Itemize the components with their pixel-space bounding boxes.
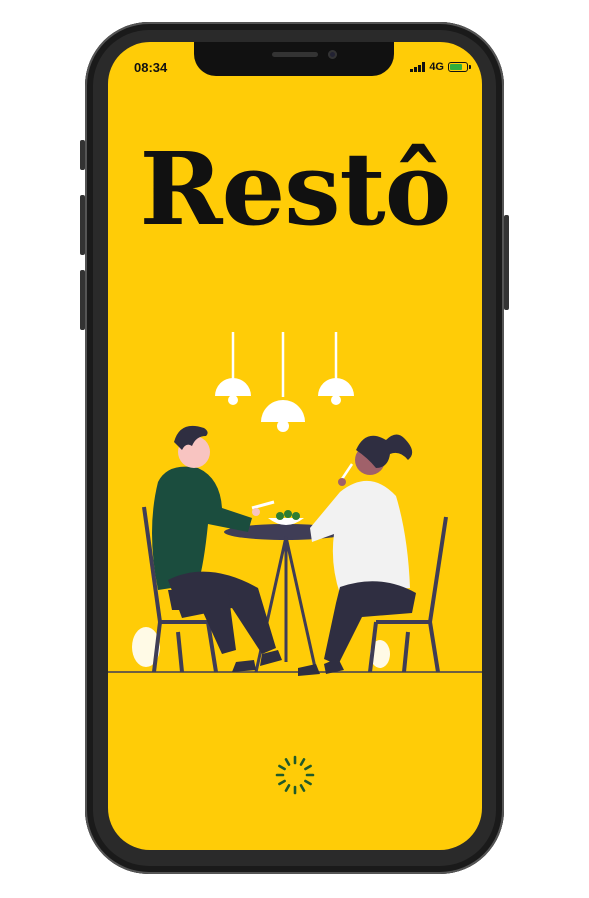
man-figure: [152, 425, 282, 672]
volume-up-button: [80, 195, 85, 255]
notch: [194, 42, 394, 76]
network-type: 4G: [429, 61, 444, 73]
woman-figure: [298, 434, 416, 676]
spinner-dash: [299, 758, 306, 766]
app-logo-title: Restô: [139, 130, 452, 248]
battery-icon: [448, 62, 471, 72]
status-time: 08:34: [134, 60, 168, 75]
battery-fill: [450, 64, 462, 70]
app-screen: 08:34 4G Restô: [108, 42, 482, 850]
volume-down-button: [80, 270, 85, 330]
front-camera-icon: [328, 50, 337, 59]
couple-dining-illustration: [108, 332, 482, 676]
spinner-dash: [304, 779, 312, 786]
spinner-dash: [304, 764, 312, 771]
spinner-dash: [284, 758, 291, 766]
loading-spinner-icon: [275, 755, 315, 795]
spinner-dash: [278, 779, 286, 786]
power-button: [504, 215, 509, 310]
spinner-dash: [299, 784, 306, 792]
status-indicators: 4G: [410, 61, 471, 73]
speaker-grille: [272, 52, 318, 57]
spinner-dash: [284, 784, 291, 792]
signal-strength-icon: [410, 62, 426, 72]
silent-switch: [80, 140, 85, 170]
spinner-dash: [278, 764, 286, 771]
pendant-lamps-icon: [215, 332, 354, 432]
